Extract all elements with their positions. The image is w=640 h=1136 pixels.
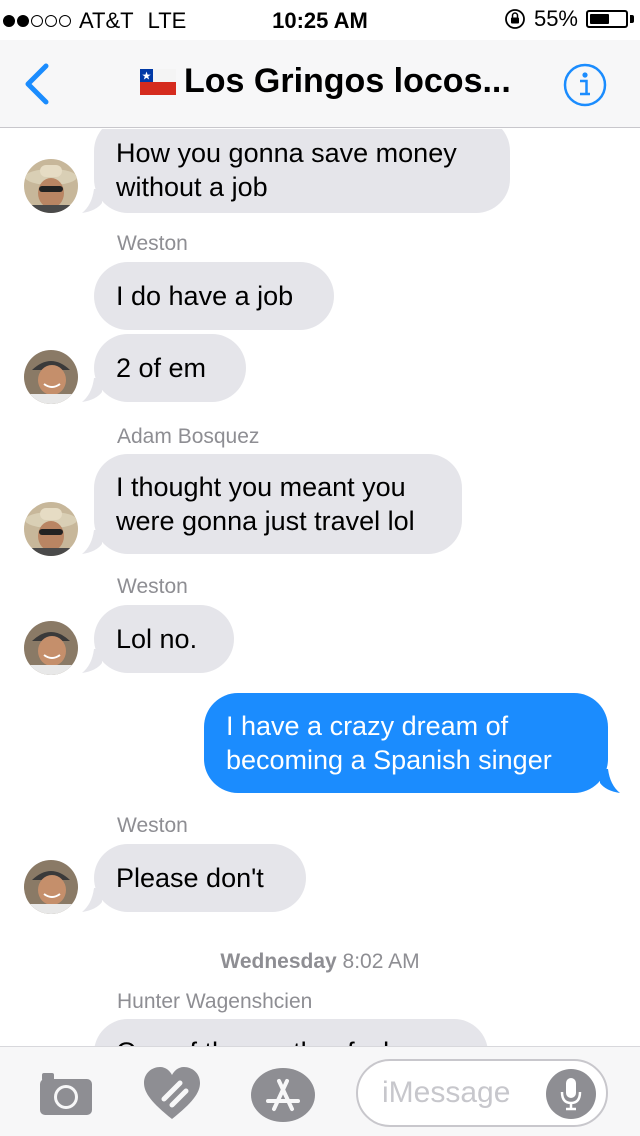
message-list[interactable]: How you gonna save money without a job W… <box>0 129 640 1046</box>
hat-sunglasses-avatar <box>24 502 78 556</box>
avatar[interactable] <box>24 621 78 675</box>
incoming-message-bubble[interactable]: Please don't <box>94 844 306 912</box>
sender-name: Weston <box>117 232 188 255</box>
message-text: 2 of em <box>116 353 207 383</box>
bubble-tail <box>600 769 620 793</box>
orientation-lock-icon <box>505 9 525 29</box>
sender-name: Hunter Wagenshcien <box>117 990 313 1013</box>
incoming-message-bubble[interactable]: One of these other fuck... <box>94 1019 488 1046</box>
incoming-message-bubble[interactable]: I thought you meant you were gonna just … <box>94 454 462 554</box>
incoming-message-bubble[interactable]: How you gonna save money without a job <box>94 129 510 213</box>
outgoing-message-bubble[interactable]: I have a crazy dream of becoming a Spani… <box>204 693 608 793</box>
smiling-cap-avatar <box>24 350 78 404</box>
bubble-tail <box>82 189 102 213</box>
smiling-cap-avatar <box>24 621 78 675</box>
digital-touch-heart-icon[interactable] <box>142 1065 202 1123</box>
avatar[interactable] <box>24 350 78 404</box>
smiling-cap-avatar <box>24 860 78 914</box>
avatar[interactable] <box>24 860 78 914</box>
sender-name: Adam Bosquez <box>117 425 260 448</box>
battery-icon <box>586 8 634 30</box>
message-text: I have a crazy dream of becoming a Spani… <box>226 711 552 775</box>
bubble-tail <box>82 378 102 402</box>
conversation-title-text: Los Gringos locos... <box>184 62 511 100</box>
timestamp-time: 8:02 AM <box>342 950 420 973</box>
bubble-tail <box>82 649 102 673</box>
message-text: How you gonna save money without a job <box>116 138 457 202</box>
conversation-header: Los Gringos locos... <box>0 40 640 128</box>
message-text: I do have a job <box>116 281 294 311</box>
conversation-title[interactable]: Los Gringos locos... <box>140 62 511 101</box>
avatar[interactable] <box>24 159 78 213</box>
sender-name: Weston <box>117 814 188 837</box>
timestamp-day: Wednesday <box>220 950 337 973</box>
status-right: 55% <box>504 6 634 32</box>
camera-icon[interactable] <box>36 1069 96 1119</box>
chevron-left-icon[interactable] <box>22 62 52 106</box>
message-timestamp: Wednesday 8:02 AM <box>0 950 640 974</box>
incoming-message-bubble[interactable]: 2 of em <box>94 334 246 402</box>
bubble-tail <box>82 888 102 912</box>
avatar[interactable] <box>24 502 78 556</box>
info-icon[interactable] <box>562 62 608 108</box>
message-text: Lol no. <box>116 624 198 654</box>
battery-percent: 55% <box>533 6 578 31</box>
message-text: Please don't <box>116 863 264 893</box>
message-text: One of these other fuck... <box>116 1019 419 1046</box>
incoming-message-bubble[interactable]: I do have a job <box>94 262 334 330</box>
hat-sunglasses-avatar <box>24 159 78 213</box>
microphone-icon[interactable] <box>546 1069 596 1119</box>
compose-bar <box>0 1046 640 1136</box>
app-store-icon[interactable] <box>250 1067 316 1123</box>
message-input[interactable] <box>356 1059 608 1127</box>
sender-name: Weston <box>117 575 188 598</box>
message-field[interactable] <box>382 1061 562 1125</box>
bubble-tail <box>82 530 102 554</box>
status-bar: AT&T LTE 10:25 AM 55% <box>0 0 640 40</box>
message-text: I thought you meant you were gonna just … <box>116 472 415 536</box>
incoming-message-bubble[interactable]: Lol no. <box>94 605 234 673</box>
chile-flag-icon <box>140 68 176 95</box>
